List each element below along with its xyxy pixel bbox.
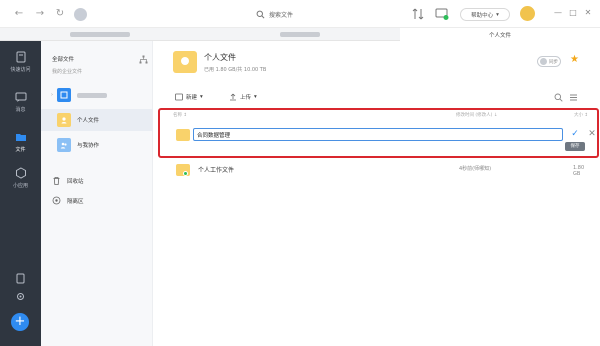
shared-folder-icon [57,138,71,152]
sidebar-item-personal-files[interactable]: 个人文件 [41,109,153,131]
main-panel: 个人文件 已用 1.80 GB/共 10.00 TB 同步 ★ 新建 ▾ 上传 … [153,41,600,346]
storage-quota: 已用 1.80 GB/共 10.00 TB [204,67,267,73]
help-center-label: 帮助中心 [471,12,494,19]
sidebar-item-shared-with-me[interactable]: 与我协作 [41,134,153,156]
person-folder-icon [57,113,71,127]
trash-icon [53,177,60,185]
new-button[interactable]: 新建 ▾ [175,93,203,101]
rail-label: 消息 [15,107,26,113]
user-avatar[interactable] [520,6,535,21]
close-icon[interactable]: ✕ [587,129,597,139]
sidebar-subtitle[interactable]: 我的企业文件 [52,68,82,75]
file-sidebar: 全部文件 我的企业文件 › 个人文件 与我协作 回收站 隔离区 [41,41,153,346]
file-size: 1.80 GB [573,165,585,177]
transfer-icon[interactable] [411,7,425,21]
rename-row: ✓ ✕ 保存 [173,126,596,151]
folder-name-input[interactable] [193,128,563,141]
rail-item-mini-apps[interactable]: 小应用 [0,167,41,189]
close-icon[interactable]: ✕ [583,8,593,18]
personal-folder-icon [173,51,197,73]
rail-label: 小应用 [12,183,28,189]
blurred-org-name [77,92,107,98]
chevron-down-icon: ▾ [254,94,257,100]
title-bar: ← → ↻ 搜索文件 帮助中心 ▾ — □ ✕ [0,0,600,28]
new-label: 新建 [186,95,198,101]
list-view-icon[interactable] [569,93,578,102]
sidebar-item-label: 与我协作 [77,143,100,149]
chevron-right-icon[interactable]: › [41,92,53,98]
rail-label: 文件 [15,147,26,153]
table-row[interactable]: 个人工作文件 4秒前(师哪知) 1.80 GB [173,162,593,178]
sidebar-item-label: 个人文件 [77,118,100,124]
refresh-icon[interactable]: ↻ [54,8,66,20]
maximize-icon[interactable]: □ [568,8,578,18]
org-chart-icon[interactable] [139,55,148,64]
search-box[interactable]: 搜索文件 [256,8,293,21]
sync-badge-icon [183,171,188,176]
sidebar-item-enterprise[interactable]: › [41,84,153,106]
folder-icon [15,134,26,141]
sidebar-title[interactable]: 全部文件 [52,55,74,63]
search-placeholder: 搜索文件 [269,12,294,19]
search-icon[interactable] [554,93,563,102]
sync-label: 同步 [549,59,558,65]
tab-personal-files[interactable]: 个人文件 [400,28,600,41]
tab-1[interactable] [0,28,200,41]
sidebar-item-label: 隔离区 [67,198,84,205]
star-icon[interactable]: ★ [570,55,580,65]
tab-label: 个人文件 [488,32,511,39]
cube-icon [15,167,26,179]
chevron-down-icon: ▾ [496,11,499,18]
sidebar-item-label: 回收站 [67,178,84,185]
chevron-down-icon: ▾ [200,94,203,100]
rail-item-files[interactable]: 文件 [0,131,41,153]
tab-2[interactable] [200,28,400,41]
document-icon[interactable] [15,273,26,284]
upload-label: 上传 [240,95,252,101]
sync-status-icon[interactable] [435,7,449,21]
upload-button[interactable]: 上传 ▾ [229,93,257,101]
quarantine-icon [52,196,61,205]
help-center-button[interactable]: 帮助中心 ▾ [460,8,510,21]
sidebar-item-recycle-bin[interactable]: 回收站 [52,176,84,185]
save-tooltip: 保存 [565,142,585,151]
add-button[interactable]: + [11,313,29,331]
building-icon [57,88,71,102]
new-file-icon [175,93,183,101]
minimize-icon[interactable]: — [553,8,563,18]
folder-icon [176,129,190,141]
avatar[interactable] [74,8,87,21]
rail-label: 快速访问 [10,67,31,73]
page-title: 个人文件 [204,53,236,62]
file-name[interactable]: 个人工作文件 [198,165,234,174]
rail-item-messages[interactable]: 消息 [0,91,41,113]
forward-icon[interactable]: → [34,8,46,20]
file-modified: 4秒前(师哪知) [459,166,492,172]
toggle-knob [540,58,547,65]
quick-access-icon [16,51,25,63]
blurred-tab-label [70,32,130,37]
check-icon[interactable]: ✓ [570,129,580,139]
rail-item-quick-access[interactable]: 快速访问 [0,51,41,73]
sidebar-item-quarantine[interactable]: 隔离区 [52,196,84,205]
back-icon[interactable]: ← [13,8,25,20]
message-icon [15,92,26,102]
tab-strip: 个人文件 [0,28,600,41]
settings-icon[interactable] [15,291,26,302]
sync-toggle[interactable]: 同步 [537,56,561,67]
upload-icon [230,93,236,101]
app-rail: 快速访问 消息 文件 小应用 + [0,41,41,346]
blurred-tab-label [280,32,320,37]
search-icon [256,10,265,19]
